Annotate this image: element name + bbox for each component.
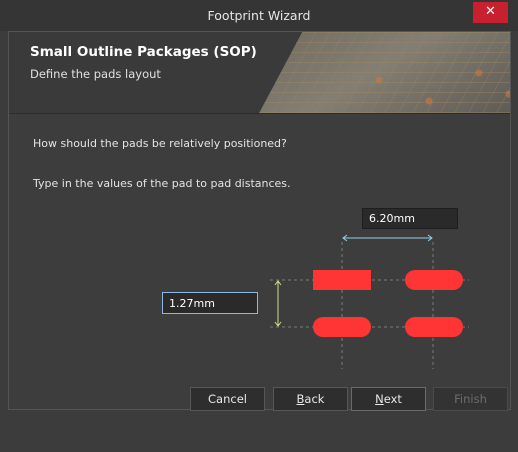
window-title: Footprint Wizard <box>207 8 311 23</box>
pad-2 <box>405 270 463 290</box>
title-bar: Footprint Wizard ✕ <box>0 0 518 31</box>
close-icon[interactable]: ✕ <box>473 2 508 23</box>
horizontal-distance-input[interactable] <box>362 208 458 229</box>
pad-1-square <box>313 270 371 290</box>
pad-4 <box>405 317 463 337</box>
next-button-label: ext <box>383 392 402 406</box>
finish-button[interactable]: Finish <box>433 387 508 411</box>
pad-3 <box>313 317 371 337</box>
next-button[interactable]: Next <box>351 387 426 411</box>
vertical-dimension-arrow <box>274 280 282 327</box>
wizard-frame: Small Outline Packages (SOP) Define the … <box>8 31 511 410</box>
cancel-button[interactable]: Cancel <box>190 387 265 411</box>
vertical-distance-input[interactable] <box>162 292 258 314</box>
next-button-mnemonic: N <box>375 392 384 406</box>
horizontal-dimension-arrow <box>342 234 433 242</box>
back-button[interactable]: Back <box>273 387 348 411</box>
back-button-label: ack <box>304 392 325 406</box>
